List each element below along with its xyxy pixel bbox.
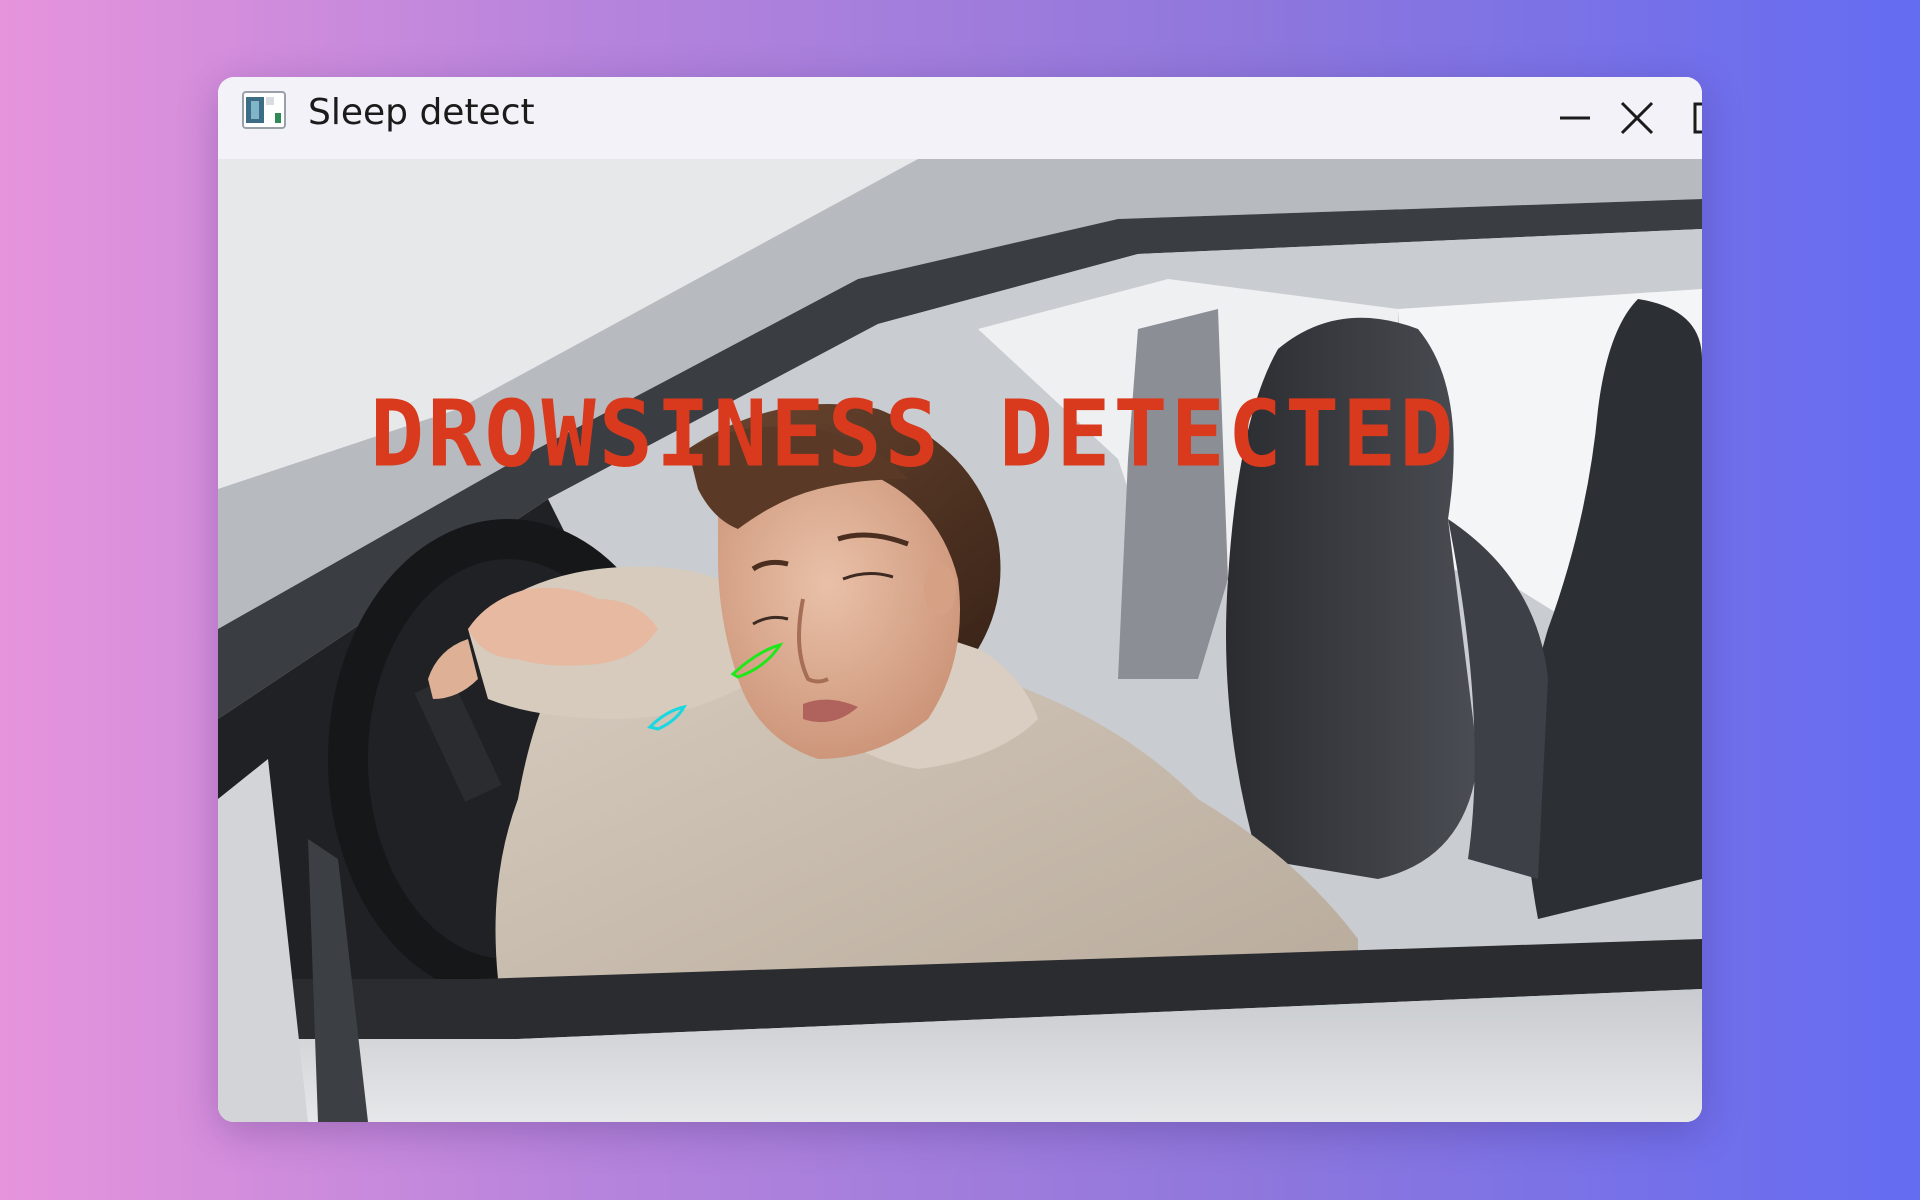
eye-contours: [647, 642, 784, 731]
app-icon: [242, 91, 286, 129]
camera-frame: DROWSINESS DETECTED: [218, 159, 1702, 1122]
title-bar[interactable]: Sleep detect: [218, 77, 1702, 159]
app-window: Sleep detect DROWSINESS DETECTED: [218, 77, 1702, 1122]
right-eye-contour: [730, 642, 784, 679]
left-eye-contour: [647, 704, 687, 731]
drowsiness-alert-text: DROWSINESS DETECTED: [370, 380, 1457, 489]
close-button[interactable]: [1572, 77, 1702, 159]
window-title: Sleep detect: [308, 92, 535, 133]
close-icon: [1620, 101, 1654, 135]
